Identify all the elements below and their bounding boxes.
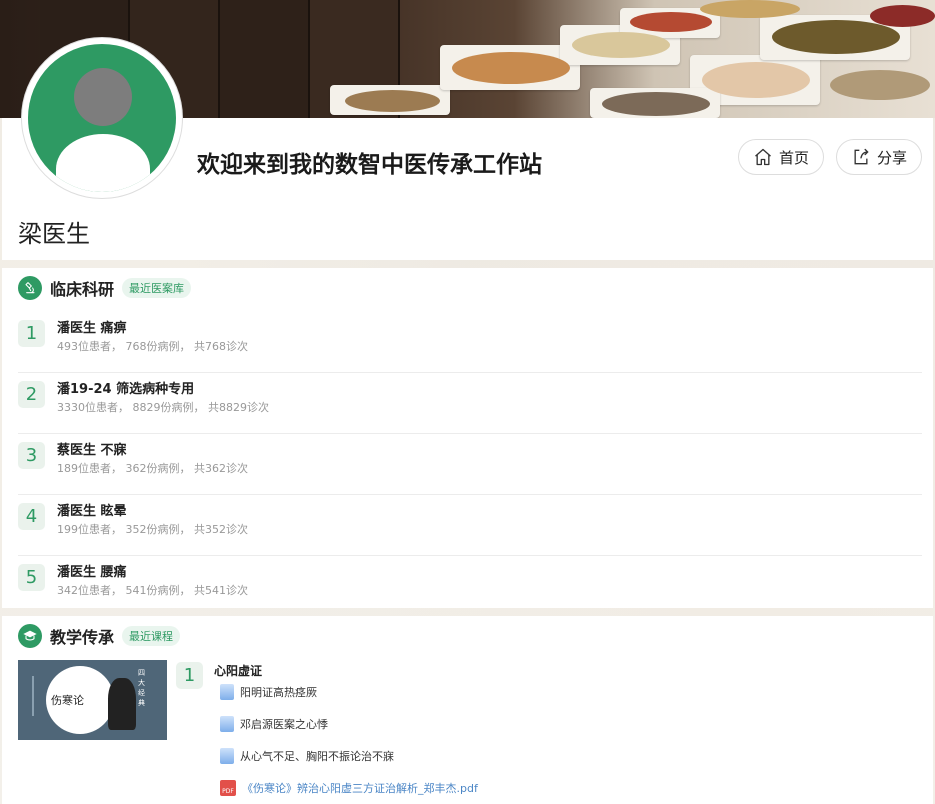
course-file-item[interactable]: 阳明证高热痉厥 [220,684,317,700]
cabinet-decoration [220,0,310,118]
thumbnail-decoration [108,678,136,730]
pdf-icon: PDF [220,780,236,796]
graduation-cap-icon [18,624,42,648]
avatar [22,38,182,198]
case-library-stats: 493位患者， 768份病例， 共768诊次 [57,340,248,353]
share-icon [854,148,869,165]
share-button[interactable]: 分享 [836,139,922,175]
case-library-stats: 3330位患者， 8829份病例， 共8829诊次 [57,401,269,414]
document-icon [220,716,234,732]
herb-pile [870,5,935,27]
case-library-row[interactable]: 3 蔡医生 不寐 189位患者， 362份病例， 共362诊次 [18,434,922,495]
section-title: 教学传承 [50,628,115,647]
thumbnail-vertical-text: 四大经典 [138,669,145,707]
course-file-item[interactable]: 从心气不足、胸阳不振论治不寐 [220,748,394,764]
herb-pile [772,20,900,54]
course-file-item[interactable]: PDF 《伤寒论》辨治心阳虚三方证治解析_郑丰杰.pdf [220,780,478,796]
rank-badge: 5 [18,564,45,591]
case-library-title[interactable]: 蔡医生 不寐 [57,439,127,458]
thumbnail-decoration [32,676,34,716]
section-header: 临床科研 最近医案库 [18,276,192,300]
section-header: 教学传承 最近课程 [18,624,181,648]
document-icon [220,684,234,700]
doctor-name: 梁医生 [18,220,90,248]
course-file-item[interactable]: 邓启源医案之心悸 [220,716,328,732]
file-name: 邓启源医案之心悸 [240,718,328,731]
rank-badge: 1 [176,662,203,689]
case-library-stats: 189位患者， 362份病例， 共362诊次 [57,462,248,475]
file-name: 《伤寒论》辨治心阳虚三方证治解析_郑丰杰.pdf [242,782,478,795]
teaching-section: 教学传承 最近课程 伤寒论 四大经典 1 心阳虚证 阳明证高热痉厥 邓启源医案之… [2,616,933,804]
herb-pile [700,0,800,18]
herb-pile [702,62,810,98]
case-library-title[interactable]: 潘医生 腰痛 [57,561,127,580]
clinical-research-section: 临床科研 最近医案库 1 潘医生 痛痹 493位患者， 768份病例， 共768… [2,268,933,608]
user-avatar-icon [28,44,176,192]
case-library-title[interactable]: 潘医生 眩晕 [57,500,127,519]
case-library-row[interactable]: 2 潘19-24 筛选病种专用 3330位患者， 8829份病例， 共8829诊… [18,373,922,434]
file-name: 从心气不足、胸阳不振论治不寐 [240,750,394,763]
herb-pile [602,92,710,116]
section-tag[interactable]: 最近课程 [122,626,181,646]
section-title: 临床科研 [50,280,115,299]
avatar-body [56,134,150,192]
herb-pile [572,32,670,58]
case-library-stats: 342位患者， 541份病例， 共541诊次 [57,584,248,597]
case-library-row[interactable]: 5 潘医生 腰痛 342位患者， 541份病例， 共541诊次 [18,556,922,617]
file-name: 阳明证高热痉厥 [240,686,317,699]
home-button[interactable]: 首页 [738,139,824,175]
course-thumbnail[interactable]: 伤寒论 四大经典 [18,660,167,740]
herb-pile [452,52,570,84]
rank-badge: 3 [18,442,45,469]
herb-pile [830,70,930,100]
case-library-row[interactable]: 1 潘医生 痛痹 493位患者， 768份病例， 共768诊次 [18,312,922,373]
case-library-row[interactable]: 4 潘医生 眩晕 199位患者， 352份病例， 共352诊次 [18,495,922,556]
home-icon [755,148,771,166]
herb-pile [345,90,440,112]
case-library-title[interactable]: 潘19-24 筛选病种专用 [57,378,194,397]
microscope-icon [18,276,42,300]
share-button-label: 分享 [877,148,908,167]
herb-pile [630,12,712,32]
rank-badge: 1 [18,320,45,347]
case-library-title[interactable]: 潘医生 痛痹 [57,317,127,336]
section-tag[interactable]: 最近医案库 [122,278,192,298]
rank-badge: 4 [18,503,45,530]
course-title[interactable]: 心阳虚证 [214,662,262,679]
rank-badge: 2 [18,381,45,408]
document-icon [220,748,234,764]
avatar-head [74,68,132,126]
case-library-stats: 199位患者， 352份病例， 共352诊次 [57,523,248,536]
home-button-label: 首页 [779,148,810,167]
page-title: 欢迎来到我的数智中医传承工作站 [197,152,542,178]
thumbnail-title: 伤寒论 [51,694,84,707]
